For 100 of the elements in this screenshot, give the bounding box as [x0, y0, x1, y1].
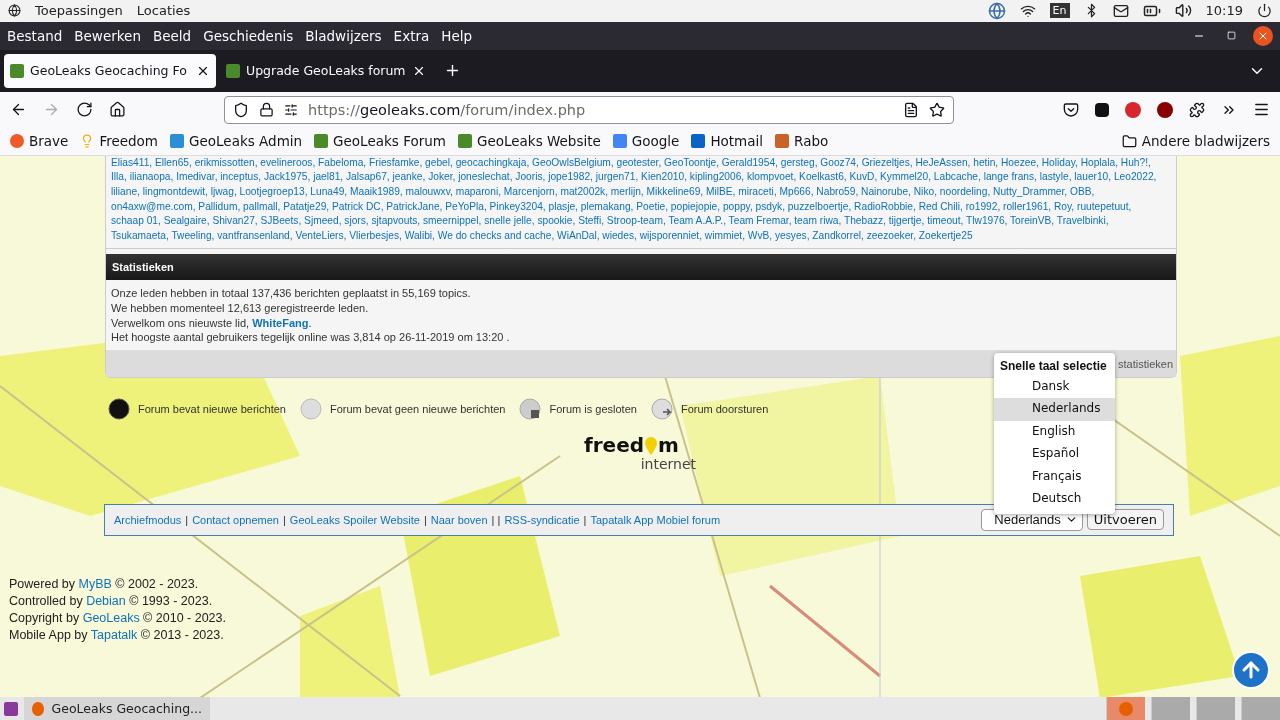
- star-icon[interactable]: [929, 101, 945, 118]
- credit-link[interactable]: Debian: [86, 593, 126, 608]
- footer-link[interactable]: Archiefmodus: [114, 513, 182, 526]
- sliders-icon[interactable]: [284, 102, 298, 117]
- logo-text: m: [658, 433, 679, 456]
- bookmark[interactable]: GeoLeaks Forum: [314, 133, 446, 150]
- adblock-icon[interactable]: [1125, 101, 1141, 118]
- places-menu[interactable]: Locaties: [136, 3, 191, 19]
- legend-label: Forum doorsturen: [680, 402, 769, 415]
- locked-forum-icon: [519, 397, 542, 420]
- mail-icon[interactable]: [1112, 3, 1129, 19]
- legend-label: Forum bevat geen nieuwe berichten: [329, 402, 506, 415]
- site-icon: [314, 134, 329, 149]
- site-icon: [775, 134, 790, 149]
- credit-link[interactable]: Tapatalk: [90, 627, 138, 642]
- footer-link[interactable]: Tapatalk App Mobiel forum: [590, 513, 721, 526]
- link-separator: |: [583, 513, 587, 526]
- browser-tab[interactable]: Upgrade GeoLeaks forum: [220, 53, 432, 88]
- taskbar-window[interactable]: GeoLeaks Geocaching...: [24, 697, 210, 720]
- shield-icon[interactable]: [233, 101, 249, 118]
- apps-icon[interactable]: [8, 4, 21, 18]
- language-option[interactable]: English: [994, 420, 1115, 444]
- bookmark[interactable]: Brave: [10, 133, 69, 150]
- menu-item[interactable]: Bladwijzers: [305, 27, 382, 44]
- language-option[interactable]: Español: [994, 443, 1115, 466]
- pin-icon: [644, 435, 658, 456]
- new-posts-icon: [108, 397, 130, 420]
- logo-subtitle: internet: [640, 455, 696, 472]
- show-desktop-icon[interactable]: [4, 701, 18, 716]
- language-option[interactable]: Français: [994, 465, 1115, 489]
- online-users-line[interactable]: Illa, ilianaopa, Imedivar, inceptus, Jack1975, jael81, Jalsap67, jeanke, Joker, joneslechat, Jooris, jope1982, jurgen71, Kien2010, kipling2006, klompvoet, Koelkast6, KuvD, Kymmel20, Labcache, lange frans, lastyle, lauer10, Leo2022,: [111, 170, 1157, 185]
- menu-item[interactable]: Extra: [393, 27, 430, 44]
- link-separator: |: [282, 513, 286, 526]
- site-icon: [170, 134, 185, 149]
- credit-link[interactable]: GeoLeaks: [82, 610, 140, 625]
- stats-line: We hebben momenteel 12,613 geregistreerde leden.: [111, 300, 370, 316]
- maximize-icon[interactable]: [1226, 31, 1236, 41]
- section-header: Statistieken: [106, 254, 1176, 281]
- browser-tab[interactable]: GeoLeaks Geocaching Fo: [4, 53, 216, 88]
- other-bookmarks[interactable]: Andere bladwijzers: [1121, 133, 1270, 150]
- bookmark[interactable]: Hotmail: [691, 133, 764, 150]
- menu-item[interactable]: Beeld: [152, 27, 192, 44]
- credit-link[interactable]: MyBB: [78, 576, 112, 591]
- stats-link[interactable]: statistieken: [1117, 357, 1173, 370]
- footer-link[interactable]: GeoLeaks Spoiler Website: [289, 513, 420, 526]
- bookmark[interactable]: GeoLeaks Admin: [170, 133, 303, 150]
- online-users-line[interactable]: on4axw@me.com, Pallidum, pallmall, Patatje29, Patrick DC, PatrickJane, PeYoPla, Pinkey3204, plasje, plemakang, Poetie, popiejopie, poppy, psdyk, puzzelboertje, RadioRobbie, Red Chili, ro1992, roller1961, Roy, ruutepetuut,: [111, 199, 1132, 215]
- link-separator: | |: [491, 513, 501, 526]
- menu-item[interactable]: Bewerken: [74, 27, 141, 44]
- legend-label: Forum bevat nieuwe berichten: [138, 402, 286, 415]
- credit-line: Controlled by Debian © 1993 - 2023.: [9, 592, 214, 610]
- site-icon: [457, 134, 472, 149]
- site-icon: [10, 63, 24, 78]
- site-icon: [226, 63, 240, 78]
- reload-icon[interactable]: [76, 101, 93, 119]
- menu-item[interactable]: Bestand: [7, 27, 63, 44]
- reader-icon[interactable]: [903, 101, 919, 118]
- site-icon: [10, 134, 24, 149]
- menu-item[interactable]: Geschiedenis: [203, 27, 294, 44]
- online-users-line[interactable]: schaap 01, Sealgaire, Shivan27, SJBeets, Sjmeed, sjors, sjtapvouts, smeernippel, snelle jelle, spookie, Steffi, Stroop-team, Team A.A.P., Team Fremar, team riwa, Thebazz, tijgertje, timeout, Tlw1976, ToreinVB, Travelbinki,: [111, 214, 1109, 229]
- online-users-line[interactable]: Elias411, Ellen65, erikmissotten, evelineroos, Fabeloma, Friesfamke, gebel, geocachingkaja, GeoOwlsBelgium, geotester, GeoToontje, Gerald1954, gersteg, Gooz74, Griezeltjes, HeJeAssen, hetin, Hoezee, Holiday, Hoplala, Huh?!,: [111, 155, 1151, 171]
- logo-text: freed: [584, 433, 644, 456]
- pocket-icon[interactable]: [1063, 101, 1079, 118]
- menu-item[interactable]: Help: [441, 27, 473, 44]
- extensions-icon[interactable]: [1189, 101, 1205, 118]
- link-separator: |: [185, 513, 189, 526]
- shield-extension-icon[interactable]: [1157, 101, 1173, 118]
- keyboard-layout[interactable]: En: [1049, 3, 1070, 19]
- clock[interactable]: 10:19: [1205, 3, 1243, 19]
- folder-icon: [1121, 133, 1137, 149]
- submit-button[interactable]: Uitvoeren: [1086, 509, 1164, 531]
- online-users-line[interactable]: liliane, lingmontdewit, ljwag, Lootjegroep13, Luna49, Maaik1989, malouwxv, maparoni, Marcenjorn, mat2002k, merlijn, Mikkeline69, MilBE, miraceti, Mp666, Nabro59, Nainorube, Niko, noordeling, Nutty_Drammer, OBB,: [111, 184, 1095, 200]
- wifi-icon[interactable]: [1019, 3, 1036, 19]
- stats-line: Het hoogste aantal gebruikers tegelijk online was 3,814 op 26-11-2019 om 13:20 .: [111, 330, 511, 345]
- footer-link[interactable]: RSS-syndicatie: [504, 513, 580, 526]
- language-option[interactable]: Deutsch: [994, 488, 1115, 511]
- bookmark[interactable]: Rabo: [775, 133, 829, 150]
- home-icon[interactable]: [109, 101, 126, 119]
- volume-icon[interactable]: [1174, 2, 1192, 20]
- language-option[interactable]: Nederlands: [994, 398, 1115, 421]
- legend-label: Forum is gesloten: [549, 402, 637, 415]
- power-icon[interactable]: [1257, 3, 1272, 19]
- language-option[interactable]: Dansk: [994, 375, 1115, 399]
- footer-link[interactable]: Contact opnemen: [192, 513, 279, 526]
- applications-menu[interactable]: Toepassingen: [35, 3, 123, 19]
- site-icon: [612, 134, 627, 149]
- bookmark[interactable]: Google: [612, 133, 680, 150]
- globe-icon[interactable]: [987, 2, 1006, 20]
- browser-icon: [32, 701, 44, 716]
- extension-icon[interactable]: [1095, 102, 1109, 117]
- menu-title: Snelle taal selectie: [999, 357, 1108, 375]
- online-users-line[interactable]: Tsukamaeta, Tweeling, vantfransenland, VenteLiers, Vlierbesjes, Walibi, We do checks and cache, WiAnDal, wiedes, wijsporenniet, wimmiet, WvB, yesyes, Zandkorrel, zeezoeker, Zoekertje25: [111, 228, 973, 244]
- lock-icon[interactable]: [259, 102, 274, 118]
- footer-link[interactable]: Naar boven: [430, 513, 488, 526]
- bookmark[interactable]: Freedom: [80, 133, 159, 150]
- credit-line: Powered by MyBB © 2002 - 2023.: [9, 575, 200, 593]
- sponsor-logo[interactable]: freed m internet: [584, 433, 696, 472]
- redirect-forum-icon: [650, 397, 673, 420]
- bookmark[interactable]: GeoLeaks Website: [457, 133, 601, 150]
- address-bar[interactable]: https://geoleaks.com/forum/index.php: [224, 95, 954, 124]
